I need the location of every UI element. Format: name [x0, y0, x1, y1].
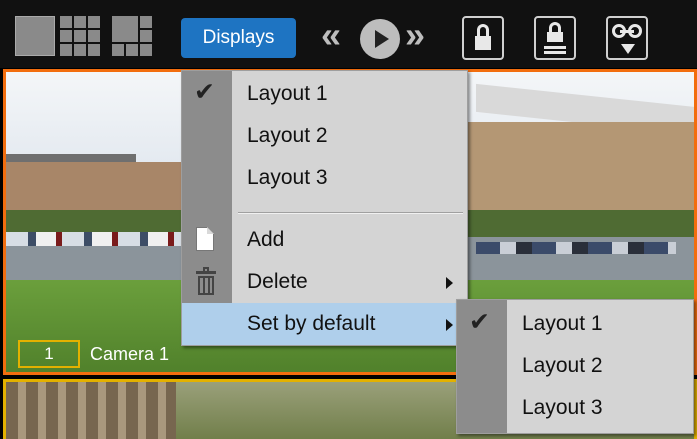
- camera-number-badge: 1: [18, 340, 80, 368]
- document-icon: [196, 227, 214, 251]
- lock-icon[interactable]: [462, 16, 504, 60]
- trash-icon: [196, 267, 216, 295]
- set-by-default-submenu: ✔ Layout 1 Layout 2 Layout 3: [456, 299, 694, 434]
- menu-item-set-by-default[interactable]: Set by default: [182, 303, 467, 345]
- single-view-icon[interactable]: [15, 16, 55, 56]
- submenu-item-layout-3[interactable]: Layout 3: [457, 387, 693, 429]
- menu-item-layout-2[interactable]: Layout 2: [182, 115, 467, 157]
- lock-save-icon[interactable]: [534, 16, 576, 60]
- checkmark-icon: ✔: [194, 78, 215, 106]
- submenu-arrow-icon: [446, 319, 453, 331]
- checkmark-icon: ✔: [469, 308, 490, 336]
- menu-item-layout-3[interactable]: Layout 3: [182, 157, 467, 199]
- submenu-item-layout-1[interactable]: ✔ Layout 1: [457, 303, 693, 345]
- displays-button[interactable]: Displays: [181, 18, 296, 58]
- menu-item-layout-1[interactable]: ✔ Layout 1: [182, 73, 467, 115]
- previous-icon[interactable]: «: [321, 15, 341, 55]
- menu-separator: [238, 212, 463, 214]
- toolbar: Displays « »: [0, 0, 697, 68]
- archive-download-icon[interactable]: [606, 16, 648, 60]
- menu-item-delete[interactable]: Delete: [182, 261, 467, 303]
- play-icon[interactable]: [360, 19, 400, 59]
- submenu-arrow-icon: [446, 277, 453, 289]
- mixed-grid-icon[interactable]: [112, 16, 152, 56]
- camera-name-label: Camera 1: [90, 344, 170, 364]
- next-icon[interactable]: »: [405, 15, 425, 55]
- menu-item-add[interactable]: Add: [182, 219, 467, 261]
- submenu-item-layout-2[interactable]: Layout 2: [457, 345, 693, 387]
- displays-menu: ✔ Layout 1 Layout 2 Layout 3 Add Delete …: [181, 70, 468, 346]
- grid-3x3-icon[interactable]: [60, 16, 100, 56]
